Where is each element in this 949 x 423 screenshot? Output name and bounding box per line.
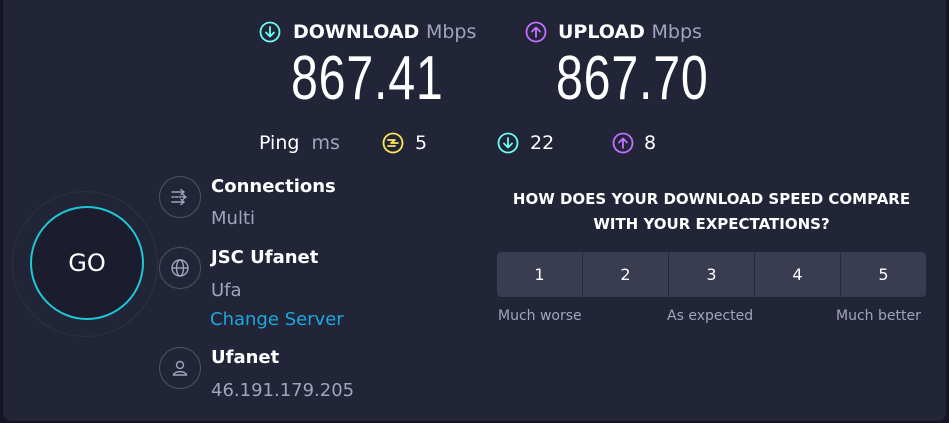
rating-button-3[interactable]: 3 [669, 252, 755, 297]
go-button[interactable]: GO [30, 206, 144, 320]
survey-question: HOW DOES YOUR DOWNLOAD SPEED COMPARE WIT… [512, 190, 911, 233]
upload-label: UPLOAD Mbps [558, 21, 702, 43]
jitter-icon [382, 132, 404, 154]
download-unit: Mbps [425, 21, 477, 43]
upload-speed-value: 867.70 [556, 44, 709, 113]
download-latency-icon [497, 132, 519, 154]
ping-unit: ms [311, 132, 340, 154]
connections-icon [159, 176, 201, 218]
upload-latency-value: 8 [644, 132, 657, 154]
ping-label-text: Ping [259, 132, 300, 154]
upload-unit: Mbps [651, 21, 702, 43]
download-latency-value: 22 [530, 132, 555, 154]
scale-mid-label: As expected [667, 308, 754, 324]
server-name: JSC Ufanet [211, 247, 319, 268]
scale-low-label: Much worse [498, 308, 582, 324]
provider-ip: 46.191.179.205 [211, 380, 355, 401]
download-speed-value: 867.41 [291, 44, 444, 113]
download-label: DOWNLOAD Mbps [293, 21, 476, 43]
globe-icon [159, 247, 201, 289]
download-arrow-icon [259, 21, 281, 43]
scale-high-label: Much better [836, 308, 921, 324]
rating-button-1[interactable]: 1 [497, 252, 583, 297]
user-icon [159, 347, 201, 389]
connections-icon-glyph [171, 188, 188, 206]
server-location: Ufa [211, 280, 242, 301]
download-label-text: DOWNLOAD [293, 21, 420, 43]
change-server-link[interactable]: Change Server [210, 309, 344, 330]
provider-name: Ufanet [211, 347, 280, 368]
rating-button-5[interactable]: 5 [841, 252, 926, 297]
upload-arrow-icon [525, 21, 547, 43]
rating-button-4[interactable]: 4 [755, 252, 841, 297]
ping-label: Ping ms [259, 132, 340, 154]
connections-title: Connections [211, 176, 336, 197]
rating-buttons: 1 2 3 4 5 [497, 252, 926, 297]
user-icon-glyph [172, 360, 188, 376]
connections-value: Multi [211, 208, 255, 229]
jitter-value: 5 [415, 132, 428, 154]
globe-icon-glyph [171, 259, 189, 277]
upload-label-text: UPLOAD [558, 21, 645, 43]
upload-latency-icon [612, 132, 634, 154]
rating-button-2[interactable]: 2 [583, 252, 669, 297]
